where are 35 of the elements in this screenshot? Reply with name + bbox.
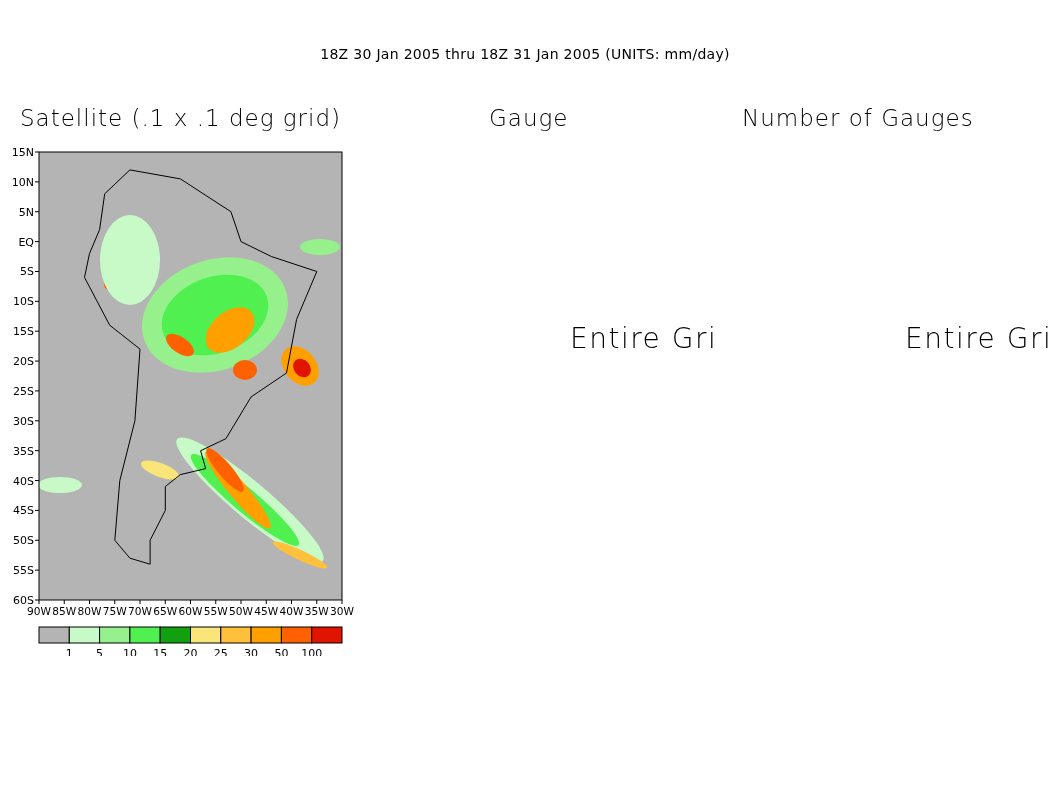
panel-title: Gauge <box>489 105 569 131</box>
latitude-label: 10S <box>13 295 34 309</box>
panel-title: Number of Gauges <box>742 105 974 131</box>
longitude-label: 30W <box>330 605 354 617</box>
latitude-label: 35S <box>13 444 34 458</box>
latitude-label: 25S <box>13 384 34 398</box>
longitude-label: 35W <box>304 605 329 617</box>
latitude-label: 60S <box>13 594 34 607</box>
longitude-label: 75W <box>102 605 127 617</box>
longitude-label: 40W <box>279 605 304 617</box>
longitude-label: 45W <box>254 605 278 617</box>
longitude-label: 85W <box>52 605 76 617</box>
latitude-label: 15N <box>11 146 34 159</box>
longitude-label: 80W <box>77 605 102 617</box>
longitude-label: 65W <box>153 605 177 617</box>
longitude-label: 90W <box>27 605 51 617</box>
latitude-label: EQ <box>18 235 34 249</box>
message-text: Entire Gri <box>905 322 1050 355</box>
latitude-label: 45S <box>13 504 34 518</box>
latitude-label: 20S <box>13 355 34 369</box>
latitude-label: 15S <box>13 325 34 339</box>
latitude-label: 30S <box>13 414 34 428</box>
latitude-label: 10N <box>11 175 34 189</box>
longitude-label: 70W <box>128 605 152 617</box>
longitude-label: 60W <box>178 605 203 617</box>
chart-title: 18Z 30 Jan 2005 thru 18Z 31 Jan 2005 (UNITS: mm/day) <box>319 45 731 64</box>
longitude-label: 50W <box>229 605 253 617</box>
latitude-label: 40S <box>13 474 34 488</box>
longitude-label: 55W <box>203 605 228 617</box>
panel-title: Satellite (.1 x .1 deg grid) <box>20 105 341 131</box>
latitude-label: 50S <box>13 534 34 548</box>
latitude-label: 5N <box>18 205 34 219</box>
latitude-label: 55S <box>13 564 34 578</box>
latitude-label: 5S <box>20 265 34 279</box>
message-text: Entire Gri <box>570 322 718 355</box>
